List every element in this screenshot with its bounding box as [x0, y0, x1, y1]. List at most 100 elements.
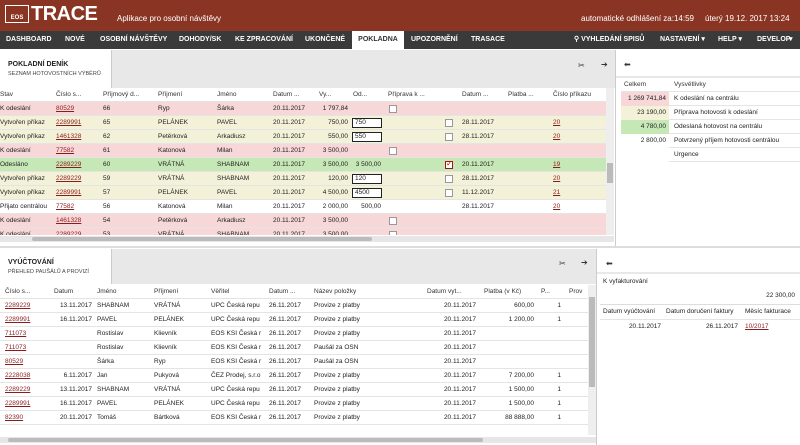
table-row[interactable]: 80529 Šárka Ryp EOS KSI Česká r 26.11.2017 Pa…: [0, 355, 588, 369]
row-prikaz-link[interactable]: [553, 144, 563, 158]
row-cislo-link[interactable]: 711073: [5, 327, 47, 341]
col-p[interactable]: P...: [541, 285, 561, 299]
odeslano-checkbox[interactable]: [445, 189, 453, 197]
row-cislo-link[interactable]: 80529: [56, 102, 96, 116]
vyuct-vscroll[interactable]: [588, 285, 596, 435]
row-cislo-link[interactable]: 2289991: [56, 186, 96, 200]
nav-dohody-sk[interactable]: DOHODY/SK: [179, 31, 221, 49]
row-prikaz-link[interactable]: [553, 228, 563, 235]
row-cislo-link[interactable]: 2289229: [5, 299, 47, 313]
table-row[interactable]: 2289991 16.11.2017 PAVEL PELÁNEK UPC Česká r…: [0, 313, 588, 327]
row-prikaz-link[interactable]: 20: [553, 116, 563, 130]
vyuct-hscroll[interactable]: [0, 437, 596, 443]
row-cislo-link[interactable]: 2289991: [5, 397, 47, 411]
col-datum2[interactable]: Datum ...: [269, 285, 309, 299]
row-cislo-link[interactable]: 2289229: [56, 228, 96, 235]
col-datum2[interactable]: Datum ...: [462, 88, 500, 102]
col-priprava[interactable]: Příprava k ...: [388, 88, 438, 102]
row-cislo-link[interactable]: 711073: [5, 341, 47, 355]
row-cislo-link[interactable]: 2289229: [56, 158, 96, 172]
arrow-left-icon[interactable]: ⬅: [624, 60, 631, 69]
col-datum[interactable]: Datum: [54, 285, 94, 299]
col-prov[interactable]: Prov: [569, 285, 588, 299]
arrow-left-icon[interactable]: ⬅: [606, 259, 613, 268]
col-datum3[interactable]: Datum vyt...: [427, 285, 477, 299]
nav-settings[interactable]: NASTAVENÍ ▾: [660, 31, 705, 49]
priprava-checkbox[interactable]: [389, 147, 397, 155]
col-od[interactable]: Od...: [353, 88, 383, 102]
table-row[interactable]: K odeslání 77582 61 Katonová Milan 20.11.2017…: [0, 144, 606, 158]
row-cislo-link[interactable]: 2289991: [56, 116, 96, 130]
table-row[interactable]: K odeslání 1461328 54 Petěrková Arkadiusz 20.…: [0, 214, 606, 228]
col-mesic-fakturace[interactable]: Měsíc fakturace: [745, 305, 800, 319]
row-prikaz-link[interactable]: 20: [553, 200, 563, 214]
row-cislo-link[interactable]: 2289991: [5, 313, 47, 327]
odeslano-checkbox[interactable]: [445, 159, 453, 169]
table-row[interactable]: 2289991 16.11.2017 PAVEL PELÁNEK UPC Česká r…: [0, 397, 588, 411]
filter-clear-icon[interactable]: ✂: [559, 259, 566, 268]
kvyf-mesic-link[interactable]: 10/2017: [745, 320, 785, 334]
odeslano-checkbox[interactable]: [445, 175, 453, 183]
table-row[interactable]: K odeslání 2289229 53 VRÁTNÁ SHABNAM 20.11.20…: [0, 228, 606, 235]
row-cislo-link[interactable]: 2289229: [56, 172, 96, 186]
priprava-checkbox[interactable]: [389, 231, 397, 235]
table-row[interactable]: 711073 Rostislav Klievník EOS KSI Česká r 26…: [0, 341, 588, 355]
col-veritel[interactable]: Věřitel: [211, 285, 261, 299]
col-stav[interactable]: Stav: [0, 88, 38, 102]
odeslat-input[interactable]: 550: [352, 132, 382, 142]
row-prikaz-link[interactable]: 20: [553, 130, 563, 144]
nav-upozorneni[interactable]: UPOZORNĚNÍ: [411, 31, 458, 49]
row-cislo-link[interactable]: 2228038: [5, 369, 47, 383]
col-celkem[interactable]: Celkem: [624, 78, 664, 92]
row-prikaz-link[interactable]: 20: [553, 172, 563, 186]
col-prikaz[interactable]: Číslo příkazu: [553, 88, 601, 102]
nav-pokladna[interactable]: POKLADNA: [352, 31, 404, 49]
odeslat-input[interactable]: 750: [352, 118, 382, 128]
table-row[interactable]: Odesláno 2289229 60 VRÁTNÁ SHABNAM 20.11.2017…: [0, 158, 606, 172]
col-cislo[interactable]: Číslo s...: [56, 88, 96, 102]
col-datum-doruceni[interactable]: Datum doručení faktury: [666, 305, 742, 319]
row-cislo-link[interactable]: 77582: [56, 200, 96, 214]
table-row[interactable]: 2228038 6.11.2017 Jan Pukyová ČEZ Prodej, s.…: [0, 369, 588, 383]
priprava-checkbox[interactable]: [389, 217, 397, 225]
col-platba[interactable]: Platba ...: [508, 88, 546, 102]
col-prijmeni[interactable]: Příjmení: [158, 88, 208, 102]
nav-more-icon[interactable]: ▾: [789, 31, 793, 49]
row-cislo-link[interactable]: 1461328: [56, 214, 96, 228]
col-datum-vyuctovani[interactable]: Datum vyúčtování: [603, 305, 663, 319]
splitter[interactable]: [0, 246, 800, 248]
table-row[interactable]: K odeslání 80529 66 Ryp Šárka 20.11.2017 1 797…: [0, 102, 606, 116]
nav-ukoncene[interactable]: UKONČENÉ: [305, 31, 345, 49]
table-row[interactable]: Vytvořen příkaz 2289229 59 VRÁTNÁ SHABNAM 20.…: [0, 172, 606, 186]
nav-develop[interactable]: DEVELOP: [757, 31, 790, 49]
col-vysvetlivky[interactable]: Vysvětlivky: [674, 78, 774, 92]
row-prikaz-link[interactable]: [553, 102, 563, 116]
table-row[interactable]: Přijato centrálou 77582 56 Katonová Milan 20.…: [0, 200, 606, 214]
col-platba[interactable]: Platba (v Kč): [484, 285, 534, 299]
row-cislo-link[interactable]: 82390: [5, 411, 47, 425]
nav-trasace[interactable]: TRASACE: [471, 31, 505, 49]
col-cislo[interactable]: Číslo s...: [5, 285, 45, 299]
odeslat-input[interactable]: 120: [352, 174, 382, 184]
col-jmeno[interactable]: Jméno: [97, 285, 147, 299]
nav-search[interactable]: ⚲ VYHLEDÁNÍ SPISŮ: [574, 31, 644, 49]
pokladni-vscroll[interactable]: [606, 88, 614, 235]
row-cislo-link[interactable]: 80529: [5, 355, 47, 369]
arrow-right-icon[interactable]: ➔: [581, 258, 588, 267]
nav-nove[interactable]: NOVÉ: [65, 31, 85, 49]
nav-ke-zpracovani[interactable]: KE ZPRACOVÁNÍ: [235, 31, 293, 49]
row-prikaz-link[interactable]: 21: [553, 186, 563, 200]
pokladni-hscroll[interactable]: [0, 236, 614, 242]
row-prikaz-link[interactable]: [553, 214, 563, 228]
nav-dashboard[interactable]: DASHBOARD: [6, 31, 52, 49]
table-row[interactable]: 2289229 13.11.2017 SHABNAM VRÁTNÁ UPC Česká …: [0, 299, 588, 313]
priprava-checkbox[interactable]: [389, 105, 397, 113]
row-cislo-link[interactable]: 1461328: [56, 130, 96, 144]
row-cislo-link[interactable]: 2289229: [5, 383, 47, 397]
filter-clear-icon[interactable]: ✂: [578, 61, 585, 70]
col-jmeno[interactable]: Jméno: [217, 88, 267, 102]
nav-help[interactable]: HELP ▾: [718, 31, 742, 49]
row-cislo-link[interactable]: 77582: [56, 144, 96, 158]
table-row[interactable]: 82390 20.11.2017 Tomáš Bártková EOS KSI Česk…: [0, 411, 588, 425]
table-row[interactable]: 711073 Rostislav Klievník EOS KSI Česká r 26…: [0, 327, 588, 341]
